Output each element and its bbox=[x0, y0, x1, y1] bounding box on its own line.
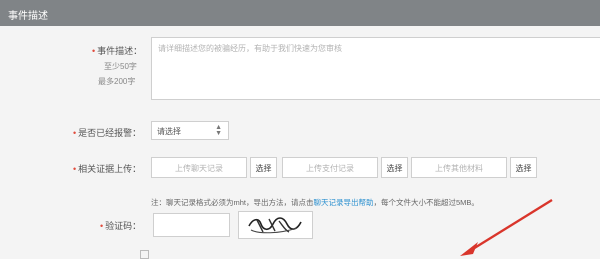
captcha-image[interactable] bbox=[238, 211, 313, 239]
section-title: 事件描述 bbox=[8, 11, 48, 22]
payment-record-browse-button[interactable]: 选择 bbox=[381, 157, 408, 178]
evidence-label: • 相关证据上传： bbox=[73, 164, 142, 174]
description-min-hint: 至少50字 bbox=[104, 62, 137, 71]
other-material-browse-button[interactable]: 选择 bbox=[510, 157, 537, 178]
note-prefix: 注：聊天记录格式必须为mht，导出方法，请点击 bbox=[151, 198, 314, 207]
agreement-checkbox[interactable] bbox=[140, 249, 149, 259]
reported-select[interactable]: 请选择 ▲ ▼ bbox=[151, 121, 229, 140]
description-textarea[interactable]: 请详细描述您的被骗经历，有助于我们快速为您审核 bbox=[151, 37, 600, 100]
annotation-arrow-icon bbox=[460, 198, 553, 256]
agreement-row-partial bbox=[140, 249, 155, 259]
section-header: 事件描述 bbox=[0, 0, 600, 26]
other-material-input[interactable]: 上传其他材料 bbox=[411, 157, 507, 178]
description-max-hint: 最多200字 bbox=[98, 77, 136, 86]
payment-record-placeholder: 上传支付记录 bbox=[306, 164, 354, 173]
required-mark: • bbox=[73, 128, 77, 138]
required-mark: • bbox=[92, 46, 96, 56]
chat-record-browse-button[interactable]: 选择 bbox=[250, 157, 277, 178]
captcha-label: • 验证码： bbox=[100, 221, 142, 231]
captcha-input[interactable] bbox=[153, 213, 230, 237]
export-help-link[interactable]: 聊天记录导出帮助 bbox=[314, 198, 374, 207]
description-label: • 事件描述： bbox=[92, 46, 143, 56]
select-arrows-icon: ▲ ▼ bbox=[215, 124, 222, 137]
payment-record-input[interactable]: 上传支付记录 bbox=[282, 157, 378, 178]
reported-selected-value: 请选择 bbox=[157, 127, 181, 136]
required-mark: • bbox=[100, 221, 104, 231]
other-material-placeholder: 上传其他材料 bbox=[435, 164, 483, 173]
chat-record-input[interactable]: 上传聊天记录 bbox=[151, 157, 247, 178]
required-mark: • bbox=[73, 164, 77, 174]
reported-label: • 是否已经报警： bbox=[73, 128, 142, 138]
upload-note: 注：聊天记录格式必须为mht，导出方法，请点击聊天记录导出帮助，每个文件大小不能… bbox=[151, 197, 479, 208]
chat-record-placeholder: 上传聊天记录 bbox=[175, 164, 223, 173]
captcha-glyphs-icon bbox=[248, 217, 302, 234]
description-placeholder: 请详细描述您的被骗经历，有助于我们快速为您审核 bbox=[158, 44, 342, 53]
